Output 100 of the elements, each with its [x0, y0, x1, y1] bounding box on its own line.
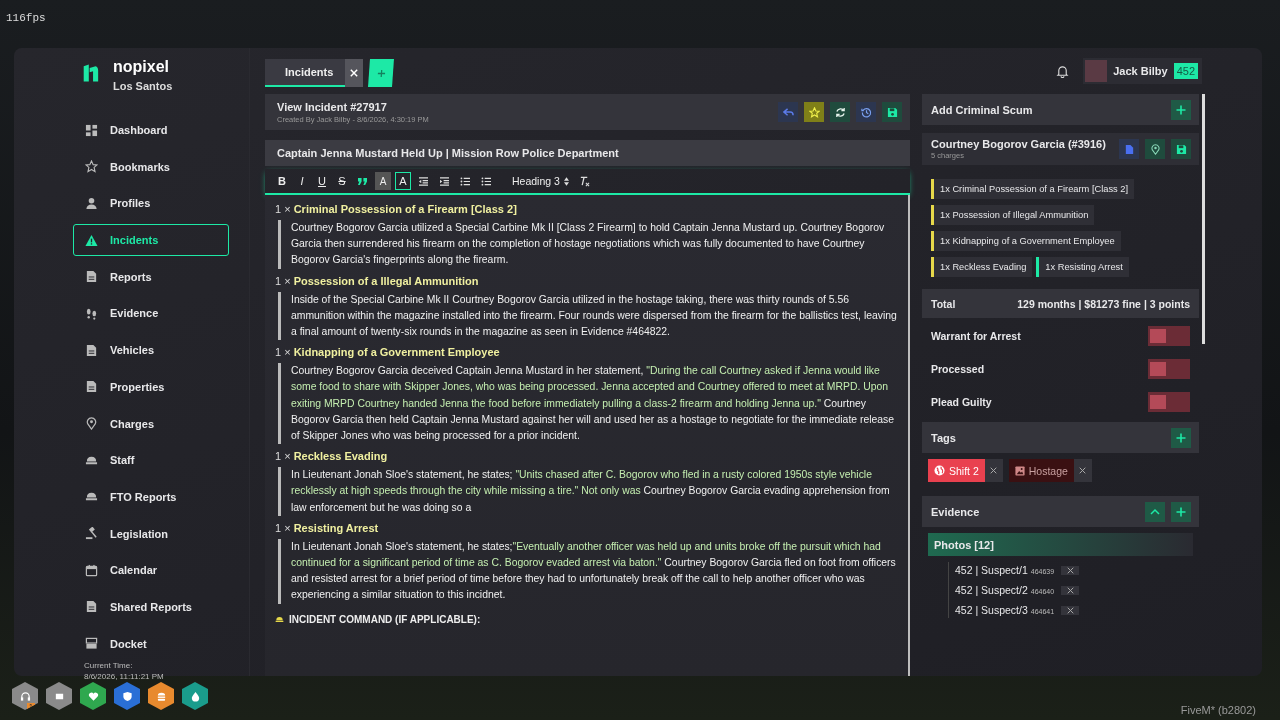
- bold-button[interactable]: B: [274, 172, 290, 190]
- nav-item[interactable]: Bookmarks: [73, 150, 229, 183]
- sort-icon: [563, 176, 569, 186]
- headset-icon: [19, 690, 31, 702]
- refresh-icon: [834, 106, 846, 118]
- strike-button[interactable]: S: [334, 172, 350, 190]
- save-icon: [886, 106, 898, 118]
- charge-description: Inside of the Special Carbine Mk II Courtney Bogorov Garcia utilized in the hostage taking, there was thirty rounds of 5.56 ammunition within the magazine installed into the firearm. Four rounds were dispersed from the firearm for the ballistics test, leaving a final amount of twenty-six rounds in the magazine as seen in Evidence #464822.: [278, 291, 900, 341]
- charge-chip[interactable]: 1x Kidnapping of a Government Employee: [931, 231, 1121, 251]
- nav-item[interactable]: Docket: [73, 627, 229, 660]
- tag[interactable]: Hostage: [1008, 459, 1074, 482]
- user-chip[interactable]: Jack Bilby 452: [1083, 58, 1202, 84]
- bell-icon[interactable]: [1056, 64, 1070, 78]
- heart-icon: [87, 690, 99, 702]
- charge-description: Courtney Bogorov Garcia deceived Captain Jenna Mustard in her statement, "During the call Courtney asked if Jenna would like some food to share with Skipper Jones, who was being processed. Jenna accepted and Courtney offered to meet at MRPD. Upon exiting MRPD Courtney handed Jenna the food before immediately pulling a class-2 firearm and holding Jenna up." Courtney Bogorov Garcia then held Captain Jenna Mustard against her will and used her as a hostage to negotiate for the immediate release of Skipper Jones who was being processed for a prior incident.: [278, 363, 900, 445]
- photo-entry[interactable]: 452 | Suspect/2: [955, 584, 1028, 596]
- clock-label: Current Time:: [84, 659, 134, 671]
- nav-item[interactable]: Reports: [73, 260, 229, 293]
- history-button[interactable]: [856, 102, 876, 122]
- tag[interactable]: Shift 2: [928, 459, 985, 482]
- nav-item[interactable]: Legislation: [73, 517, 229, 550]
- underline-button[interactable]: U: [314, 172, 330, 190]
- save-button[interactable]: [882, 102, 902, 122]
- nav-item[interactable]: Dashboard: [73, 114, 229, 146]
- build-label: FiveM* (b2802): [1180, 704, 1256, 716]
- nav-item[interactable]: FTO Reports: [73, 480, 229, 513]
- nav-item[interactable]: Staff: [73, 444, 229, 477]
- save-icon: [1175, 143, 1187, 155]
- bookmark-button[interactable]: [804, 102, 824, 122]
- highlight-button[interactable]: A: [375, 172, 391, 190]
- numbered-list-icon: [460, 176, 471, 186]
- clock-time: 8/6/2026, 11:11:21 PM: [84, 670, 165, 682]
- toggle-switch[interactable]: [1148, 359, 1190, 379]
- remove-evidence-button[interactable]: [1061, 605, 1080, 615]
- new-tab-button[interactable]: [368, 59, 394, 87]
- nav-item[interactable]: Incidents: [73, 224, 229, 257]
- suspect-name: Courtney Bogorov Garcia (#3916): [931, 138, 1106, 150]
- chevron-up-icon: [1150, 506, 1160, 517]
- collapse-button[interactable]: [1145, 501, 1165, 522]
- clear-format-icon: [578, 175, 590, 187]
- person-icon: [85, 196, 98, 210]
- tab[interactable]: Incidents: [265, 59, 345, 87]
- nav-item[interactable]: Properties: [73, 370, 229, 403]
- incident-title: View Incident #27917: [277, 100, 388, 113]
- close-icon: [990, 467, 998, 474]
- add-button[interactable]: [1171, 427, 1191, 448]
- nav-item[interactable]: Profiles: [73, 187, 229, 220]
- avatar-placeholder: [1085, 60, 1108, 82]
- add-button[interactable]: [1171, 501, 1191, 522]
- indent-icon: [439, 176, 450, 186]
- nav-item[interactable]: Evidence: [73, 297, 229, 330]
- location-button[interactable]: [1145, 139, 1165, 159]
- toggle-switch[interactable]: [1148, 392, 1190, 412]
- doc2-icon: [85, 380, 98, 394]
- nav-item[interactable]: Vehicles: [73, 334, 229, 367]
- quote-icon: [357, 176, 368, 186]
- close-tab-button[interactable]: [345, 59, 363, 87]
- history-icon: [860, 106, 872, 118]
- document-button[interactable]: [1119, 139, 1139, 159]
- add-button[interactable]: [1171, 99, 1191, 120]
- burger-icon: [155, 690, 167, 702]
- section-heading: INCIDENT COMMAND (IF APPLICABLE):: [289, 613, 481, 625]
- photo-entry[interactable]: 452 | Suspect/3: [955, 604, 1028, 616]
- gavel-icon: [85, 527, 98, 541]
- toggle-switch[interactable]: [1148, 326, 1190, 346]
- charge-chip[interactable]: 1x Possession of Illegal Ammunition: [931, 205, 1095, 225]
- evidence-group[interactable]: Photos [12]: [928, 533, 1193, 556]
- toggle-label: Plead Guilty: [931, 396, 992, 408]
- doc-icon: [85, 600, 98, 614]
- reply-icon: [782, 106, 794, 118]
- plus-icon: [376, 68, 386, 78]
- logo-icon: [82, 62, 99, 84]
- charge-heading: 1 × Kidnapping of a Government Employee: [275, 345, 501, 361]
- nav-item[interactable]: Shared Reports: [73, 590, 229, 623]
- star-icon: [808, 106, 820, 118]
- heading-button[interactable]: Heading 3: [509, 172, 572, 190]
- italic-button[interactable]: I: [294, 172, 310, 190]
- pin-icon: [1149, 143, 1161, 155]
- charge-chip[interactable]: 1x Resisting Arrest: [1036, 257, 1129, 277]
- panel-title: Evidence: [931, 505, 980, 518]
- charge-heading: 1 × Possession of a Illegal Ammunition: [275, 273, 480, 289]
- charge-chip[interactable]: 1x Reckless Evading: [931, 257, 1033, 277]
- remove-evidence-button[interactable]: [1061, 565, 1080, 575]
- nav-item[interactable]: Charges: [73, 407, 229, 440]
- panel-title: Add Criminal Scum: [931, 103, 1033, 116]
- color-button[interactable]: A: [395, 172, 411, 190]
- back-button[interactable]: [778, 102, 798, 122]
- charge-chip[interactable]: 1x Criminal Possession of a Firearm [Class 2]: [931, 179, 1135, 199]
- grid-icon: [85, 123, 98, 137]
- charge-description: In Lieutenant Jonah Sloe's statement, he states;"Eventually another officer was held up and units broke off the pursuit which had continued for a significant period of time as C. Bogorov evaded arrest via baton." Courtney Bogorov Garcia fled on foot from officers and resisted arrest for a brief period of time before they had to unfortunately break off the call to help another officer who was experiencing a similar situation to this incidnet.: [278, 538, 900, 604]
- editor-body[interactable]: [265, 195, 910, 676]
- fps-counter: 116fps: [6, 12, 46, 24]
- save-button[interactable]: [1171, 139, 1191, 159]
- remove-evidence-button[interactable]: [1061, 585, 1080, 595]
- refresh-button[interactable]: [830, 102, 850, 122]
- close-icon: [1066, 606, 1074, 614]
- scrollbar-thumb[interactable]: [1202, 94, 1205, 344]
- nav-item[interactable]: Calendar: [73, 554, 229, 587]
- photo-entry[interactable]: 452 | Suspect/1: [955, 564, 1028, 576]
- plus-icon: [1176, 104, 1186, 115]
